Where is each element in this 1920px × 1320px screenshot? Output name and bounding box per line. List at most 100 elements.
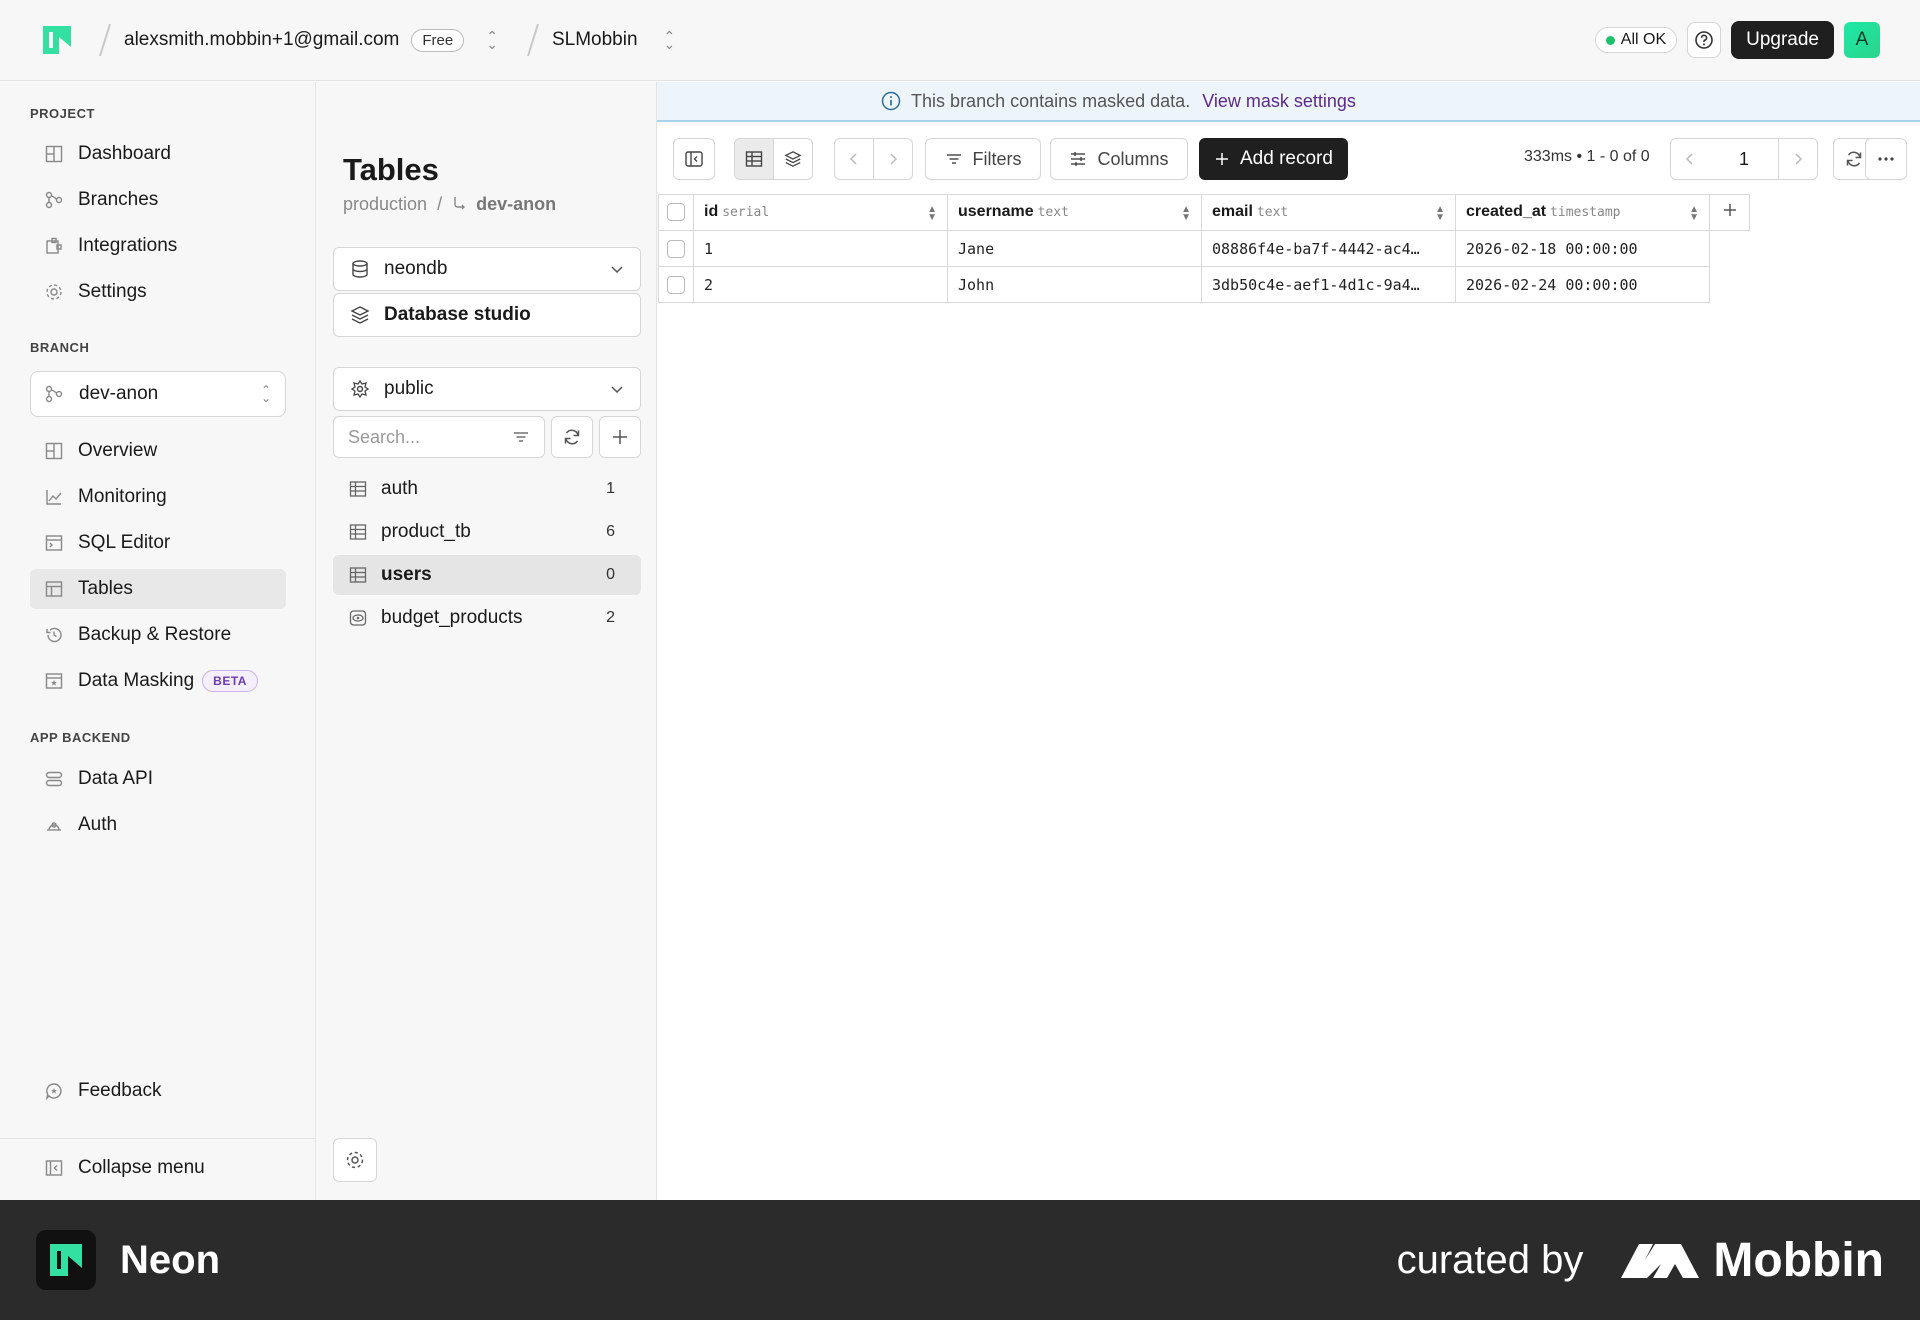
grid-cell[interactable]: Jane	[947, 230, 1202, 267]
table-list-item-budget-products[interactable]: budget_products 2	[333, 598, 641, 638]
grid-cell[interactable]: John	[947, 266, 1202, 303]
prev-page-button[interactable]	[1670, 138, 1710, 180]
database-studio-button[interactable]: Database studio	[333, 293, 641, 337]
schema-view-button[interactable]	[773, 138, 813, 180]
table-list-item-users[interactable]: users 0	[333, 555, 641, 595]
status-badge[interactable]: All OK	[1594, 27, 1678, 53]
feedback-icon	[44, 1081, 64, 1101]
column-type: text	[1256, 205, 1289, 220]
table-list-item-auth[interactable]: auth 1	[333, 469, 641, 509]
sort-icon[interactable]: ▲ ▼	[1689, 205, 1699, 223]
upgrade-button[interactable]: Upgrade	[1731, 21, 1834, 59]
gear-icon	[346, 1151, 364, 1169]
sidebar-item-data-masking[interactable]: Data Masking BETA	[30, 661, 286, 701]
toggle-sidebar-button[interactable]	[673, 138, 715, 180]
sort-icon[interactable]: ▲ ▼	[927, 205, 937, 223]
section-label-project: PROJECT	[30, 106, 95, 121]
grid-cell[interactable]: 2026-02-24 00:00:00	[1455, 266, 1710, 303]
table-search-field	[333, 416, 545, 458]
sidebar-item-monitoring[interactable]: Monitoring	[30, 477, 286, 517]
sidebar-item-label: Settings	[78, 281, 147, 302]
sort-icon[interactable]: ▲ ▼	[1181, 205, 1191, 223]
mobbin-brand-name: Mobbin	[1713, 1233, 1884, 1287]
database-select[interactable]: neondb	[333, 247, 641, 291]
table-row[interactable]: 2 John 3db50c4e-aef1-4d1c-9a4… 2026-02-2…	[658, 266, 1750, 303]
view-icon	[349, 609, 367, 627]
chevron-up-down-icon: ⌃ ⌄	[260, 383, 271, 405]
grid-cell[interactable]: 2026-02-18 00:00:00	[1455, 230, 1710, 267]
sidebar-item-label: SQL Editor	[78, 532, 171, 553]
search-input[interactable]	[348, 426, 498, 448]
sidebar-item-integrations[interactable]: Integrations	[30, 226, 286, 266]
more-options-button[interactable]	[1865, 138, 1907, 180]
sidebar-item-backup-restore[interactable]: Backup & Restore	[30, 615, 286, 655]
sidebar-item-sql-editor[interactable]: SQL Editor	[30, 523, 286, 563]
row-checkbox[interactable]	[667, 275, 685, 294]
sidebar-item-settings[interactable]: Settings	[30, 272, 286, 312]
grid-view-button[interactable]	[734, 138, 774, 180]
data-grid: id serial ▲ ▼ username text ▲ ▼ email text ▲ ▼ cr…	[658, 194, 1750, 303]
chevron-right-icon	[887, 152, 899, 166]
column-header-username[interactable]: username text ▲ ▼	[947, 194, 1202, 231]
info-icon	[881, 91, 901, 111]
refresh-tables-button[interactable]	[551, 416, 593, 458]
grid-cell[interactable]: 1	[693, 230, 948, 267]
org-email[interactable]: alexsmith.mobbin+1@gmail.com	[124, 29, 399, 51]
columns-button[interactable]: Columns	[1050, 138, 1188, 180]
column-header-email[interactable]: email text ▲ ▼	[1201, 194, 1456, 231]
project-name[interactable]: SLMobbin	[552, 29, 638, 51]
history-back-button[interactable]	[834, 138, 874, 180]
next-page-button[interactable]	[1778, 138, 1818, 180]
sidebar-item-label: Data Masking	[78, 670, 195, 691]
grid-cell[interactable]: 2	[693, 266, 948, 303]
avatar[interactable]: A	[1844, 22, 1880, 58]
column-header-id[interactable]: id serial ▲ ▼	[693, 194, 948, 231]
sidebar-item-overview[interactable]: Overview	[30, 431, 286, 471]
sidebar-item-dashboard[interactable]: Dashboard	[30, 134, 286, 174]
sidebar-item-data-api[interactable]: Data API	[30, 759, 286, 799]
branch-selector[interactable]: dev-anon ⌃ ⌄	[30, 371, 286, 417]
data-api-icon	[44, 769, 64, 789]
neon-logo-icon[interactable]	[40, 23, 74, 57]
database-studio-label: Database studio	[384, 304, 531, 325]
table-row[interactable]: 1 Jane 08886f4e-ba7f-4442-ac4… 2026-02-1…	[658, 230, 1750, 267]
monitoring-icon	[44, 487, 64, 507]
sidebar-item-tables[interactable]: Tables	[30, 569, 286, 609]
column-header-created-at[interactable]: created_at timestamp ▲ ▼	[1455, 194, 1710, 231]
section-label-app-backend: APP BACKEND	[30, 730, 131, 745]
org-switch-chevron-icon[interactable]: ⌃ ⌄	[486, 29, 498, 51]
add-table-button[interactable]	[599, 416, 641, 458]
grid-cell[interactable]: 08886f4e-ba7f-4442-ac4…	[1201, 230, 1456, 267]
sort-icon[interactable]: ▲ ▼	[1435, 205, 1445, 223]
mobbin-brand: Mobbin	[1619, 1233, 1884, 1288]
project-switch-chevron-icon[interactable]: ⌃ ⌄	[664, 29, 676, 51]
help-button[interactable]	[1687, 22, 1722, 58]
grid-cell[interactable]: 3db50c4e-aef1-4d1c-9a4…	[1201, 266, 1456, 303]
row-checkbox[interactable]	[667, 239, 685, 258]
studio-settings-button[interactable]	[333, 1138, 377, 1182]
select-all-checkbox[interactable]	[667, 203, 685, 222]
history-forward-button[interactable]	[873, 138, 913, 180]
sidebar-item-auth[interactable]: Auth	[30, 805, 286, 845]
filter-icon[interactable]	[512, 428, 530, 446]
collapse-menu-button[interactable]: Collapse menu	[30, 1148, 286, 1188]
schema-select[interactable]: public	[333, 367, 641, 411]
sidebar-item-feedback[interactable]: Feedback	[30, 1071, 286, 1111]
sidebar-item-label: Data API	[78, 768, 153, 789]
database-selected: neondb	[384, 258, 448, 279]
sidebar-item-branches[interactable]: Branches	[30, 180, 286, 220]
table-list-item-product-tb[interactable]: product_tb 6	[333, 512, 641, 552]
tables-panel: Tables production / dev-anon neondb Data…	[317, 82, 657, 1200]
view-mask-settings-link[interactable]: View mask settings	[1202, 91, 1356, 112]
breadcrumb-root[interactable]: production	[343, 194, 427, 215]
add-record-button[interactable]: Add record	[1199, 138, 1348, 180]
branch-child-icon	[452, 194, 466, 215]
table-row-count: 6	[606, 523, 615, 540]
dashboard-icon	[44, 144, 64, 164]
breadcrumb-branch[interactable]: dev-anon	[476, 194, 556, 215]
filters-button[interactable]: Filters	[925, 138, 1041, 180]
add-column-button[interactable]	[1709, 194, 1750, 231]
column-type: text	[1037, 205, 1069, 220]
page-number-input[interactable]: 1	[1709, 138, 1779, 180]
sql-editor-icon	[44, 533, 64, 553]
